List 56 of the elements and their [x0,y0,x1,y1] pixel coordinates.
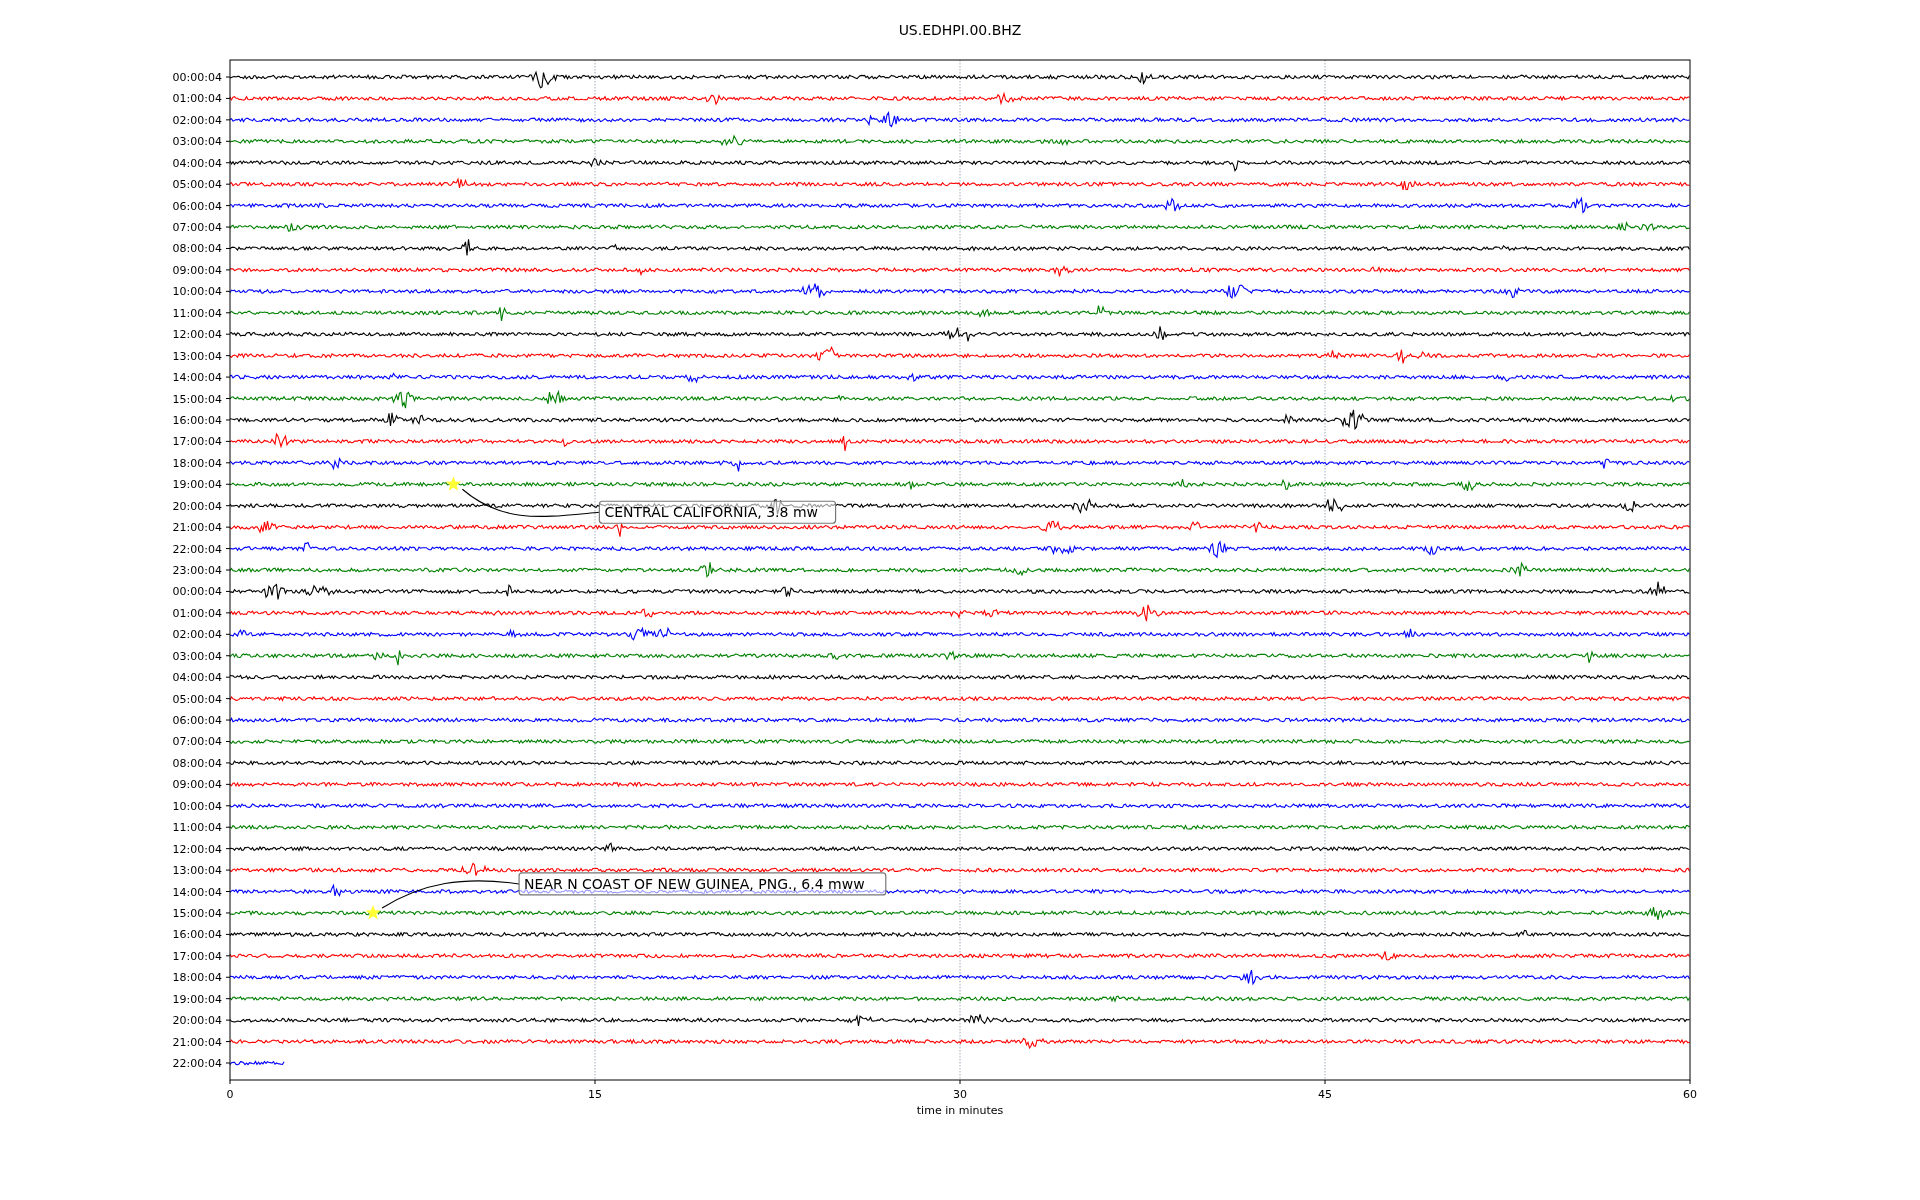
tick-label: 16:00:04 [172,928,222,942]
tick-label: 06:00:04 [172,714,222,728]
tick-label: 21:00:04 [172,521,222,535]
tick-label: 19:00:04 [172,478,222,492]
tick-label: 06:00:04 [172,199,222,213]
chart-title: US.EDHPI.00.BHZ [898,22,1022,38]
tick-label: 15:00:04 [172,906,222,920]
tick-label: 19:00:04 [172,992,222,1006]
tick-label: 01:00:04 [172,606,222,620]
tick-label: 14:00:04 [172,885,222,899]
tick-label: 17:00:04 [172,949,222,963]
tick-label: 0 [226,1088,234,1101]
tick-label: 21:00:04 [172,1035,222,1049]
tick-label: 20:00:04 [172,499,222,513]
tick-label: 30 [953,1088,967,1101]
tick-label: 10:00:04 [172,799,222,813]
tick-label: 12:00:04 [172,842,222,856]
tick-label: 20:00:04 [172,1014,222,1028]
tick-label: 18:00:04 [172,456,222,470]
tick-label: 09:00:04 [172,263,222,277]
tick-label: 05:00:04 [172,178,222,192]
axis-label: time in minutes [916,1104,1004,1117]
tick-label: 04:00:04 [172,156,222,170]
tick-label: 00:00:04 [172,71,222,84]
tick-label: 07:00:04 [172,735,222,749]
tick-label: 45 [1318,1088,1332,1101]
tick-label: 08:00:04 [172,756,222,770]
tick-label: 13:00:04 [172,349,222,363]
tick-label: 22:00:04 [172,1057,222,1070]
tick-label: 04:00:04 [172,671,222,685]
tick-label: 15 [588,1088,602,1101]
tick-label: 10:00:04 [172,285,222,299]
tick-label: 01:00:04 [172,92,222,106]
tick-label: 03:00:04 [172,135,222,149]
tick-label: 18:00:04 [172,971,222,985]
tick-label: 17:00:04 [172,435,222,449]
tick-label: 14:00:04 [172,371,222,385]
tick-label: 02:00:04 [172,628,222,642]
tick-label: 22:00:04 [172,542,222,556]
tick-label: 00:00:04 [172,585,222,599]
tick-label: 15:00:04 [172,392,222,406]
tick-label: 08:00:04 [172,242,222,256]
tick-label: 12:00:04 [172,328,222,342]
tick-label: 11:00:04 [172,306,222,320]
annotation-label: CENTRAL CALIFORNIA, 3.8 mw [598,500,837,524]
tick-label: 03:00:04 [172,649,222,663]
tick-label: 05:00:04 [172,692,222,706]
tick-label: 23:00:04 [172,564,222,577]
tick-label: 02:00:04 [172,113,222,127]
tick-label: 13:00:04 [172,864,222,878]
tick-label: 11:00:04 [172,821,222,835]
tick-label: 16:00:04 [172,413,222,427]
tick-label: 60 [1683,1088,1697,1101]
tick-label: 07:00:04 [172,221,222,235]
annotation-label: NEAR N COAST OF NEW GUINEA, PNG., 6.4 mww [518,872,887,896]
tick-label: 09:00:04 [172,778,222,792]
